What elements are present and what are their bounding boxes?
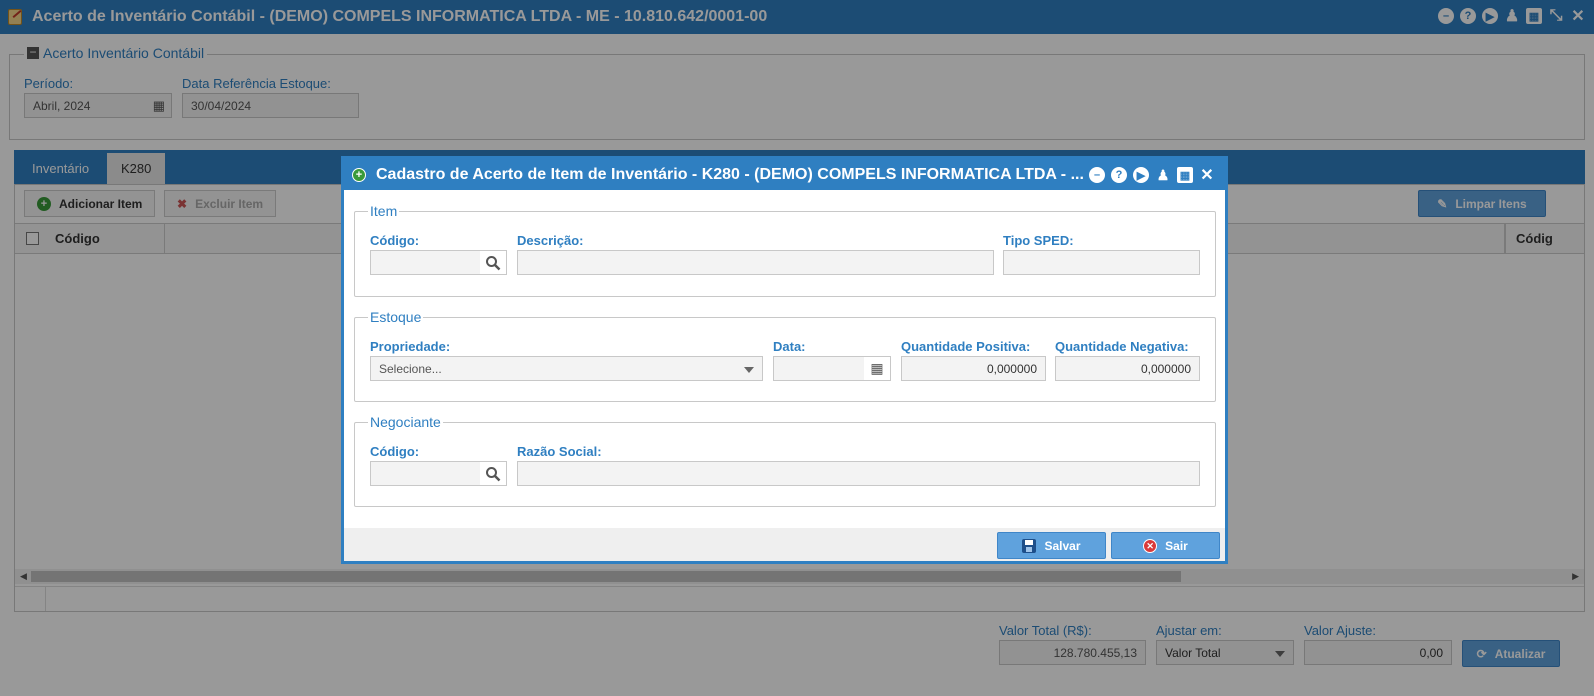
help-icon[interactable]: ? — [1111, 167, 1127, 183]
item-codigo-input[interactable] — [370, 250, 507, 275]
minimize-icon[interactable]: – — [1089, 167, 1105, 183]
exit-button[interactable]: ✕ Sair — [1111, 532, 1220, 559]
tipo-sped-input[interactable] — [1003, 250, 1200, 275]
negociante-codigo-input[interactable] — [370, 461, 507, 486]
chevron-down-icon — [744, 367, 754, 373]
close-icon[interactable]: ✕ — [1199, 167, 1215, 184]
dialog-titlebar: + Cadastro de Acerto de Item de Inventár… — [344, 159, 1225, 190]
negociante-codigo-label: Código: — [370, 444, 420, 459]
item-descricao-label: Descrição: — [517, 233, 584, 248]
item-legend: Item — [368, 203, 400, 219]
data-label: Data: — [773, 339, 806, 354]
propriedade-value: Selecione... — [379, 362, 442, 376]
play-icon[interactable]: ▶ — [1133, 167, 1149, 183]
negociante-legend: Negociante — [368, 414, 443, 430]
razao-social-label: Razão Social: — [517, 444, 602, 459]
qtd-negativa-input[interactable]: 0,000000 — [1055, 356, 1200, 381]
qtd-positiva-label: Quantidade Positiva: — [901, 339, 1031, 354]
close-circle-icon: ✕ — [1143, 538, 1158, 553]
propriedade-select[interactable]: Selecione... — [370, 356, 763, 381]
dialog-tools: – ? ▶ ♟ ▦ ✕ — [1089, 167, 1215, 184]
item-dialog: + Cadastro de Acerto de Item de Inventár… — [341, 156, 1228, 564]
item-descricao-input[interactable] — [517, 250, 994, 275]
add-circle-icon: + — [352, 167, 366, 182]
save-label: Salvar — [1044, 538, 1081, 553]
bell-icon[interactable]: ♟ — [1155, 167, 1171, 183]
propriedade-label: Propriedade: — [370, 339, 451, 354]
exit-label: Sair — [1165, 538, 1188, 553]
calendar-icon[interactable]: ▦ — [864, 357, 890, 380]
qtd-negativa-label: Quantidade Negativa: — [1055, 339, 1189, 354]
floppy-disk-icon — [1022, 538, 1037, 553]
qtd-positiva-input[interactable]: 0,000000 — [901, 356, 1046, 381]
search-icon[interactable] — [480, 462, 506, 485]
tipo-sped-label: Tipo SPED: — [1003, 233, 1074, 248]
calendar-icon[interactable]: ▦ — [1177, 167, 1193, 183]
razao-social-input[interactable] — [517, 461, 1200, 486]
dialog-title: Cadastro de Acerto de Item de Inventário… — [376, 165, 1084, 183]
search-icon[interactable] — [480, 251, 506, 274]
save-button[interactable]: Salvar — [997, 532, 1106, 559]
item-codigo-label: Código: — [370, 233, 420, 248]
estoque-legend: Estoque — [368, 309, 424, 325]
data-input[interactable]: ▦ — [773, 356, 891, 381]
